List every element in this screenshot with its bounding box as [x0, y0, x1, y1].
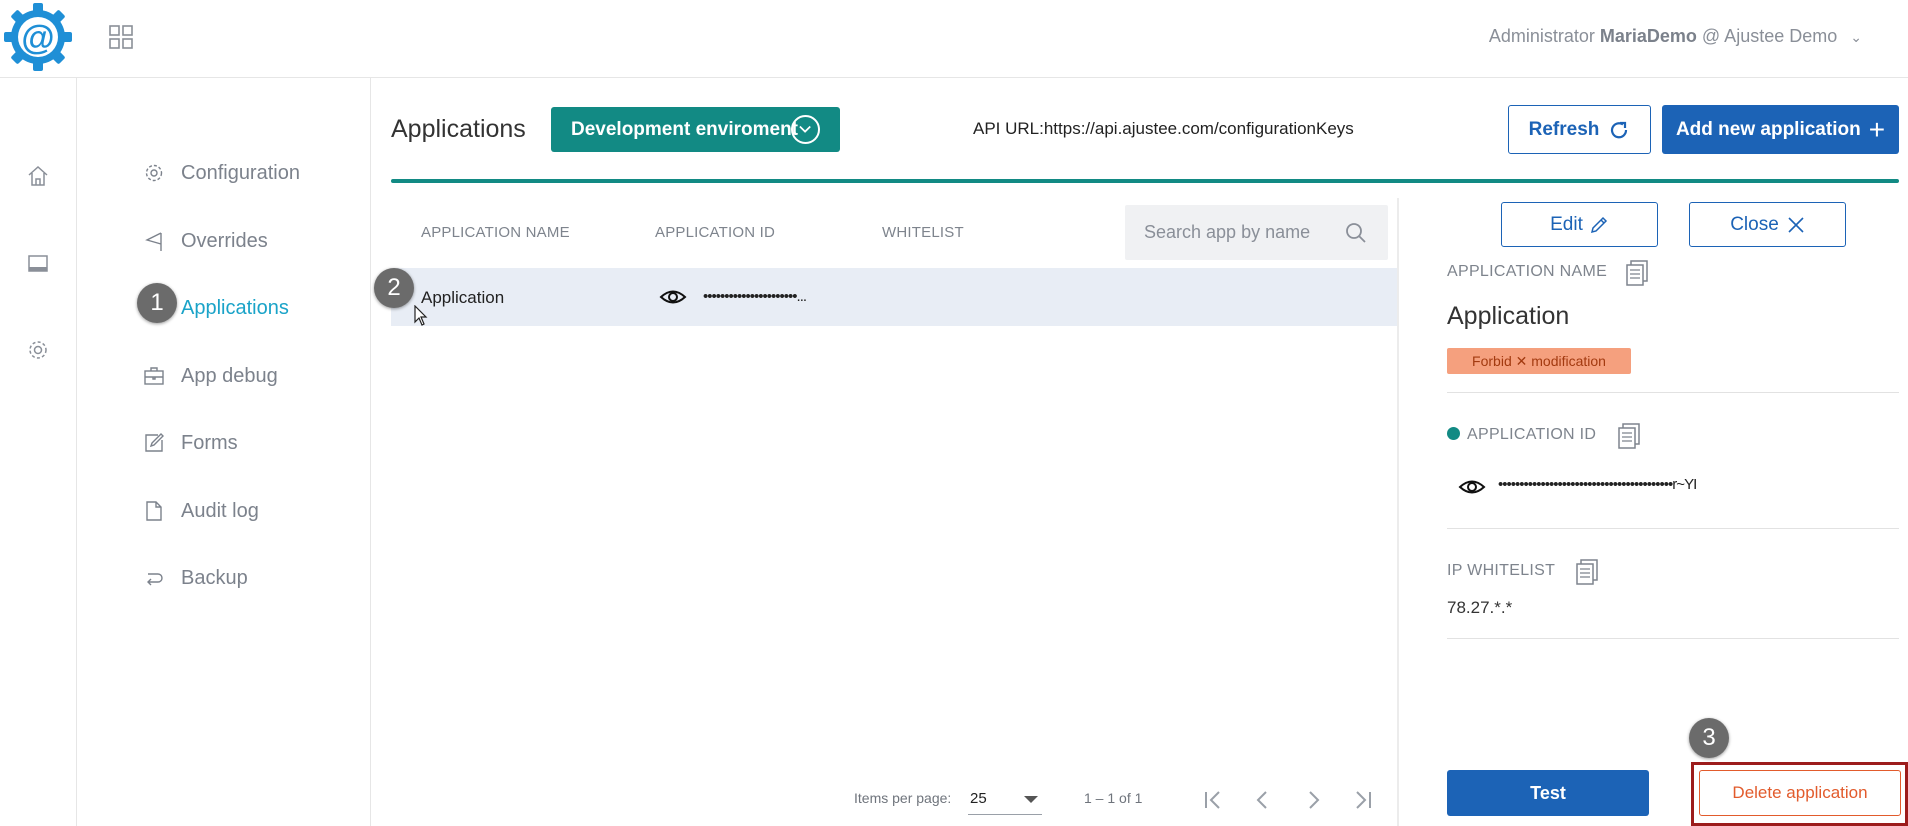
backup-icon: [147, 573, 163, 586]
edit-form-icon: [145, 433, 164, 452]
user-role: Administrator: [1488, 26, 1595, 46]
column-header-application-id[interactable]: APPLICATION ID: [655, 224, 775, 241]
forbid-modification-tag[interactable]: Forbid ✕ modification: [1447, 348, 1631, 374]
user-org: @ Ajustee Demo: [1701, 26, 1838, 46]
sidebar-item-app-debug[interactable]: App debug: [143, 361, 278, 391]
next-page-icon[interactable]: [1298, 785, 1328, 815]
ip-whitelist-value: 78.27.*.*: [1447, 598, 1513, 617]
table-row[interactable]: Application ••••••••••••••••••••••...: [391, 268, 1397, 326]
pagination-range: 1 – 1 of 1: [1084, 790, 1143, 806]
search-box: [1125, 205, 1388, 260]
ajustee-logo[interactable]: @: [0, 0, 76, 74]
test-button[interactable]: Test: [1447, 770, 1649, 816]
application-name-label: APPLICATION NAME: [1447, 263, 1608, 280]
search-input[interactable]: [1144, 219, 1344, 245]
sidebar-item-configuration[interactable]: Configuration: [143, 158, 300, 188]
apps-grid-icon[interactable]: [108, 24, 134, 50]
side-nav: Configuration Overrides Applications App…: [77, 78, 371, 826]
step-badge-2: 2: [374, 268, 414, 308]
briefcase-icon: [144, 367, 164, 385]
application-id-value: ••••••••••••••••••••••••••••••••••••••••…: [1498, 476, 1697, 493]
sidebar-item-label: Overrides: [181, 229, 268, 252]
copy-icon[interactable]: [1575, 558, 1599, 586]
ip-whitelist-label: IP WHITELIST: [1447, 562, 1556, 579]
user-name: MariaDemo: [1599, 26, 1697, 46]
first-page-icon[interactable]: [1198, 785, 1228, 815]
divider: [1447, 638, 1899, 639]
last-page-icon[interactable]: [1348, 785, 1378, 815]
eye-icon[interactable]: [1458, 476, 1486, 498]
delete-application-button[interactable]: Delete application: [1699, 770, 1901, 816]
step-badge-3: 3: [1689, 718, 1729, 758]
close-button[interactable]: Close: [1689, 202, 1846, 247]
plus-icon: +: [1868, 113, 1886, 145]
sidebar-item-audit-log[interactable]: Audit log: [143, 496, 259, 526]
page-title: Applications: [391, 115, 526, 143]
sidebar-item-label: Configuration: [181, 161, 300, 184]
step-badge-1: 1: [137, 283, 177, 323]
refresh-icon: [1611, 121, 1628, 138]
row-application-id: ••••••••••••••••••••••...: [703, 288, 807, 305]
home-icon[interactable]: [26, 164, 50, 188]
dropdown-arrow-icon: [1024, 796, 1038, 803]
previous-page-icon[interactable]: [1248, 785, 1278, 815]
row-application-name: Application: [421, 288, 505, 307]
sidebar-item-label: Backup: [181, 566, 248, 589]
search-icon[interactable]: [1344, 221, 1368, 245]
sidebar-item-forms[interactable]: Forms: [143, 428, 238, 458]
sidebar-item-label: Audit log: [181, 499, 259, 522]
copy-icon[interactable]: [1625, 259, 1649, 287]
column-header-application-name[interactable]: APPLICATION NAME: [421, 224, 570, 241]
chevron-down-circle-icon: [791, 115, 820, 144]
monitor-icon[interactable]: [26, 252, 50, 276]
application-name-value: Application: [1447, 302, 1570, 330]
flag-icon: [145, 232, 162, 251]
sidebar-item-label: Applications: [181, 296, 289, 319]
settings-gear-icon[interactable]: [26, 338, 50, 362]
items-per-page-select[interactable]: 25: [968, 781, 1042, 815]
pencil-icon: [1590, 216, 1607, 233]
mouse-cursor-icon: [414, 305, 428, 326]
eye-icon[interactable]: [659, 286, 687, 308]
sidebar-item-backup[interactable]: Backup: [143, 563, 248, 593]
application-id-label: APPLICATION ID: [1467, 426, 1597, 443]
header-divider: [391, 179, 1899, 183]
close-icon: [1788, 216, 1804, 233]
environment-label: Development enviroment: [571, 118, 798, 140]
svg-text:@: @: [21, 19, 54, 57]
environment-select-button[interactable]: Development enviroment: [551, 107, 840, 152]
copy-icon[interactable]: [1617, 422, 1641, 450]
sidebar-item-overrides[interactable]: Overrides: [143, 226, 268, 256]
api-url: API URL:https://api.ajustee.com/configur…: [973, 119, 1354, 138]
column-header-whitelist[interactable]: WHITELIST: [882, 224, 964, 241]
sidebar-item-label: App debug: [181, 364, 278, 387]
divider: [1447, 528, 1899, 529]
sidebar-item-label: Forms: [181, 431, 238, 454]
status-dot: [1447, 427, 1460, 440]
pane-divider: [1397, 198, 1399, 826]
chevron-down-icon: ⌄: [1850, 29, 1862, 45]
icon-rail: [0, 78, 77, 826]
divider: [1447, 392, 1899, 393]
refresh-button[interactable]: Refresh: [1508, 105, 1651, 154]
gear-icon: [145, 164, 163, 182]
items-per-page-label: Items per page:: [854, 790, 952, 806]
top-bar: @ Administrator MariaDemo @ Ajustee Demo…: [0, 0, 1908, 78]
document-icon: [146, 501, 162, 521]
user-menu[interactable]: Administrator MariaDemo @ Ajustee Demo ⌄: [1489, 26, 1862, 47]
add-new-application-button[interactable]: Add new application +: [1662, 105, 1899, 154]
edit-button[interactable]: Edit: [1501, 202, 1658, 247]
